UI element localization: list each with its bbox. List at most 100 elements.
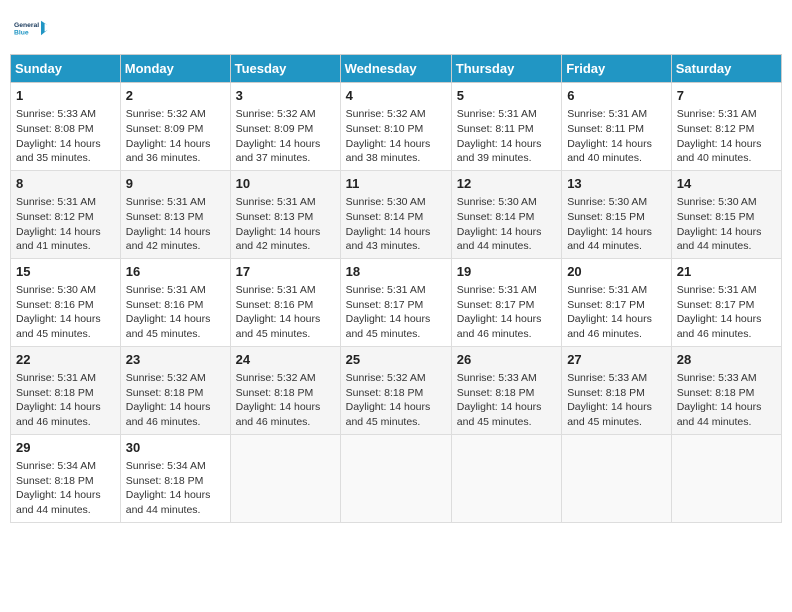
calendar-table: SundayMondayTuesdayWednesdayThursdayFrid…: [10, 54, 782, 523]
day-info: Sunrise: 5:32 AM Sunset: 8:18 PM Dayligh…: [236, 371, 335, 430]
day-cell: [671, 434, 781, 522]
day-info: Sunrise: 5:30 AM Sunset: 8:15 PM Dayligh…: [567, 195, 666, 254]
day-cell: 20 Sunrise: 5:31 AM Sunset: 8:17 PM Dayli…: [562, 258, 672, 346]
day-cell: 7 Sunrise: 5:31 AM Sunset: 8:12 PM Daylig…: [671, 83, 781, 171]
day-cell: 1 Sunrise: 5:33 AM Sunset: 8:08 PM Daylig…: [11, 83, 121, 171]
day-number: 26: [457, 351, 556, 369]
day-info: Sunrise: 5:32 AM Sunset: 8:10 PM Dayligh…: [346, 107, 446, 166]
day-cell: 22Sunrise: 5:31 AM Sunset: 8:18 PM Dayli…: [11, 346, 121, 434]
col-header-thursday: Thursday: [451, 55, 561, 83]
day-number: 25: [346, 351, 446, 369]
day-number: 18: [346, 263, 446, 281]
day-info: Sunrise: 5:31 AM Sunset: 8:17 PM Dayligh…: [567, 283, 666, 342]
week-row-4: 22Sunrise: 5:31 AM Sunset: 8:18 PM Dayli…: [11, 346, 782, 434]
day-number: 6: [567, 87, 666, 105]
day-number: 16: [126, 263, 225, 281]
day-cell: 10 Sunrise: 5:31 AM Sunset: 8:13 PM Dayli…: [230, 170, 340, 258]
calendar-header-row: SundayMondayTuesdayWednesdayThursdayFrid…: [11, 55, 782, 83]
week-row-1: 1 Sunrise: 5:33 AM Sunset: 8:08 PM Daylig…: [11, 83, 782, 171]
day-cell: 6Sunrise: 5:31 AM Sunset: 8:11 PM Daylig…: [562, 83, 672, 171]
day-info: Sunrise: 5:31 AM Sunset: 8:17 PM Dayligh…: [457, 283, 556, 342]
svg-text:Blue: Blue: [14, 30, 29, 37]
day-cell: 24 Sunrise: 5:32 AM Sunset: 8:18 PM Dayli…: [230, 346, 340, 434]
day-number: 10: [236, 175, 335, 193]
day-cell: 17 Sunrise: 5:31 AM Sunset: 8:16 PM Dayli…: [230, 258, 340, 346]
day-info: Sunrise: 5:34 AM Sunset: 8:18 PM Dayligh…: [16, 459, 115, 518]
day-info: Sunrise: 5:30 AM Sunset: 8:15 PM Dayligh…: [677, 195, 776, 254]
col-header-saturday: Saturday: [671, 55, 781, 83]
day-info: Sunrise: 5:32 AM Sunset: 8:18 PM Dayligh…: [126, 371, 225, 430]
day-cell: 19Sunrise: 5:31 AM Sunset: 8:17 PM Dayli…: [451, 258, 561, 346]
col-header-friday: Friday: [562, 55, 672, 83]
day-number: 13: [567, 175, 666, 193]
day-info: Sunrise: 5:34 AM Sunset: 8:18 PM Dayligh…: [126, 459, 225, 518]
day-cell: 12 Sunrise: 5:30 AM Sunset: 8:14 PM Dayli…: [451, 170, 561, 258]
day-cell: 21 Sunrise: 5:31 AM Sunset: 8:17 PM Dayli…: [671, 258, 781, 346]
day-cell: [230, 434, 340, 522]
day-number: 1: [16, 87, 115, 105]
day-info: Sunrise: 5:31 AM Sunset: 8:17 PM Dayligh…: [346, 283, 446, 342]
day-cell: [562, 434, 672, 522]
day-info: Sunrise: 5:30 AM Sunset: 8:14 PM Dayligh…: [457, 195, 556, 254]
day-number: 8: [16, 175, 115, 193]
day-number: 7: [677, 87, 776, 105]
col-header-tuesday: Tuesday: [230, 55, 340, 83]
day-cell: 27 Sunrise: 5:33 AM Sunset: 8:18 PM Dayli…: [562, 346, 672, 434]
col-header-monday: Monday: [120, 55, 230, 83]
day-number: 5: [457, 87, 556, 105]
day-cell: 13 Sunrise: 5:30 AM Sunset: 8:15 PM Dayli…: [562, 170, 672, 258]
week-row-5: 29 Sunrise: 5:34 AM Sunset: 8:18 PM Dayli…: [11, 434, 782, 522]
day-number: 29: [16, 439, 115, 457]
day-info: Sunrise: 5:30 AM Sunset: 8:14 PM Dayligh…: [346, 195, 446, 254]
day-cell: 5Sunrise: 5:31 AM Sunset: 8:11 PM Daylig…: [451, 83, 561, 171]
day-number: 14: [677, 175, 776, 193]
day-info: Sunrise: 5:33 AM Sunset: 8:18 PM Dayligh…: [677, 371, 776, 430]
logo-icon: GeneralBlue: [14, 10, 50, 46]
day-cell: [451, 434, 561, 522]
day-info: Sunrise: 5:31 AM Sunset: 8:16 PM Dayligh…: [126, 283, 225, 342]
day-info: Sunrise: 5:31 AM Sunset: 8:17 PM Dayligh…: [677, 283, 776, 342]
day-info: Sunrise: 5:31 AM Sunset: 8:13 PM Dayligh…: [236, 195, 335, 254]
page-header: GeneralBlue: [10, 10, 782, 46]
day-cell: 3Sunrise: 5:32 AM Sunset: 8:09 PM Daylig…: [230, 83, 340, 171]
col-header-wednesday: Wednesday: [340, 55, 451, 83]
day-cell: 11Sunrise: 5:30 AM Sunset: 8:14 PM Dayli…: [340, 170, 451, 258]
day-number: 21: [677, 263, 776, 281]
day-cell: 26Sunrise: 5:33 AM Sunset: 8:18 PM Dayli…: [451, 346, 561, 434]
day-info: Sunrise: 5:31 AM Sunset: 8:16 PM Dayligh…: [236, 283, 335, 342]
day-info: Sunrise: 5:33 AM Sunset: 8:18 PM Dayligh…: [567, 371, 666, 430]
day-cell: 30 Sunrise: 5:34 AM Sunset: 8:18 PM Dayli…: [120, 434, 230, 522]
day-info: Sunrise: 5:32 AM Sunset: 8:09 PM Dayligh…: [126, 107, 225, 166]
day-number: 22: [16, 351, 115, 369]
day-number: 9: [126, 175, 225, 193]
day-cell: 14 Sunrise: 5:30 AM Sunset: 8:15 PM Dayli…: [671, 170, 781, 258]
calendar-body: 1 Sunrise: 5:33 AM Sunset: 8:08 PM Daylig…: [11, 83, 782, 523]
day-number: 30: [126, 439, 225, 457]
col-header-sunday: Sunday: [11, 55, 121, 83]
svg-text:General: General: [14, 22, 39, 29]
day-info: Sunrise: 5:30 AM Sunset: 8:16 PM Dayligh…: [16, 283, 115, 342]
day-info: Sunrise: 5:31 AM Sunset: 8:12 PM Dayligh…: [16, 195, 115, 254]
day-number: 24: [236, 351, 335, 369]
day-info: Sunrise: 5:33 AM Sunset: 8:08 PM Dayligh…: [16, 107, 115, 166]
day-number: 15: [16, 263, 115, 281]
day-cell: 25 Sunrise: 5:32 AM Sunset: 8:18 PM Dayli…: [340, 346, 451, 434]
day-info: Sunrise: 5:32 AM Sunset: 8:18 PM Dayligh…: [346, 371, 446, 430]
day-info: Sunrise: 5:31 AM Sunset: 8:12 PM Dayligh…: [677, 107, 776, 166]
day-cell: [340, 434, 451, 522]
day-cell: 18 Sunrise: 5:31 AM Sunset: 8:17 PM Dayli…: [340, 258, 451, 346]
day-number: 4: [346, 87, 446, 105]
day-cell: 16 Sunrise: 5:31 AM Sunset: 8:16 PM Dayli…: [120, 258, 230, 346]
day-cell: 15 Sunrise: 5:30 AM Sunset: 8:16 PM Dayli…: [11, 258, 121, 346]
day-number: 12: [457, 175, 556, 193]
day-cell: 4 Sunrise: 5:32 AM Sunset: 8:10 PM Daylig…: [340, 83, 451, 171]
day-number: 17: [236, 263, 335, 281]
day-info: Sunrise: 5:32 AM Sunset: 8:09 PM Dayligh…: [236, 107, 335, 166]
day-cell: 8 Sunrise: 5:31 AM Sunset: 8:12 PM Daylig…: [11, 170, 121, 258]
day-number: 20: [567, 263, 666, 281]
week-row-2: 8 Sunrise: 5:31 AM Sunset: 8:12 PM Daylig…: [11, 170, 782, 258]
day-info: Sunrise: 5:31 AM Sunset: 8:13 PM Dayligh…: [126, 195, 225, 254]
day-cell: 2Sunrise: 5:32 AM Sunset: 8:09 PM Daylig…: [120, 83, 230, 171]
day-cell: 28Sunrise: 5:33 AM Sunset: 8:18 PM Dayli…: [671, 346, 781, 434]
day-number: 27: [567, 351, 666, 369]
